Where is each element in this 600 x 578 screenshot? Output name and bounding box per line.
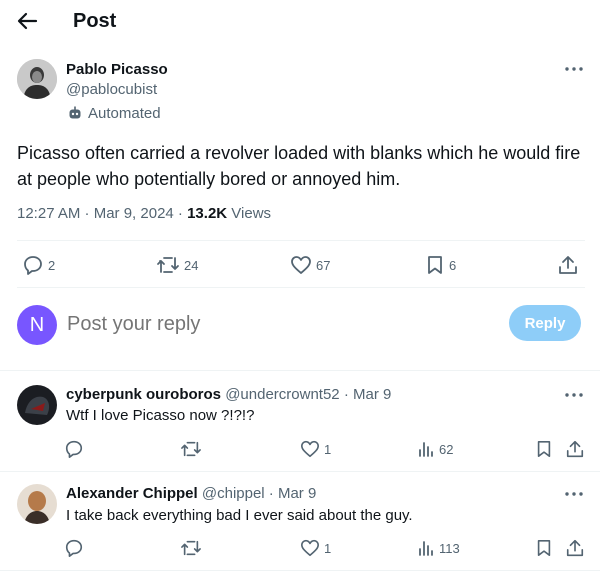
bookmark-icon xyxy=(537,440,551,458)
comment-header: cyberpunk ouroboros @undercrownt52 · Mar… xyxy=(66,385,391,405)
comment-text: I take back everything bad I ever said a… xyxy=(66,507,413,524)
automated-badge: Automated xyxy=(68,103,161,123)
comment-avatar[interactable] xyxy=(17,484,57,524)
views-label: Views xyxy=(227,205,272,222)
divider xyxy=(17,240,585,241)
author-handle[interactable]: @pablocubist xyxy=(66,80,157,100)
like-icon xyxy=(301,539,319,557)
comment-views-count: 113 xyxy=(439,540,460,556)
views-icon xyxy=(419,541,433,556)
repost-count: 24 xyxy=(184,257,199,273)
automated-label: Automated xyxy=(88,104,161,122)
comment-share-button[interactable] xyxy=(565,439,585,459)
comment-bookmark-button[interactable] xyxy=(535,439,553,459)
share-icon xyxy=(566,539,584,557)
page-title: Post xyxy=(73,10,117,32)
post-text: Picasso often carried a revolver loaded … xyxy=(17,143,581,189)
comment-repost-button[interactable] xyxy=(180,439,206,459)
reply-count: 2 xyxy=(48,257,56,273)
views-count: 13.2K xyxy=(187,205,228,222)
bookmark-button[interactable]: 6 xyxy=(425,254,456,276)
back-button[interactable] xyxy=(14,8,42,34)
comment-reply-button[interactable] xyxy=(64,538,88,558)
post-meta: 12:27 AM · Mar 9, 2024 · 13.2K Views xyxy=(17,204,271,224)
like-button[interactable]: 67 xyxy=(290,254,330,276)
divider xyxy=(0,471,600,472)
bookmark-count: 6 xyxy=(449,257,457,273)
share-button[interactable] xyxy=(557,254,579,276)
robot-icon xyxy=(69,106,81,119)
comment-views-button[interactable]: 113 xyxy=(417,538,460,558)
divider xyxy=(17,287,585,288)
comment-author-name[interactable]: cyberpunk ouroboros xyxy=(66,386,221,403)
comment-author-handle[interactable]: @undercrownt52 · Mar 9 xyxy=(221,386,391,403)
post-time[interactable]: 12:27 AM · Mar 9, 2024 · xyxy=(17,205,187,222)
comment-author-name[interactable]: Alexander Chippel xyxy=(66,485,198,502)
divider xyxy=(0,370,600,371)
repost-icon xyxy=(157,257,179,273)
comment-share-button[interactable] xyxy=(565,538,585,558)
more-options-button[interactable] xyxy=(563,62,585,76)
like-count: 67 xyxy=(316,257,331,273)
bookmark-icon xyxy=(428,256,442,274)
comment-bookmark-button[interactable] xyxy=(535,538,553,558)
author-name[interactable]: Pablo Picasso xyxy=(66,60,168,80)
author-avatar[interactable] xyxy=(17,59,57,99)
like-icon xyxy=(291,256,311,274)
reply-icon xyxy=(65,440,83,458)
share-icon xyxy=(559,256,577,274)
comment-like-button[interactable]: 1 xyxy=(300,439,331,459)
comment-like-count: 1 xyxy=(324,441,332,457)
comment-header: Alexander Chippel @chippel · Mar 9 xyxy=(66,484,316,504)
more-icon xyxy=(565,393,583,397)
repost-button[interactable]: 24 xyxy=(156,254,198,276)
share-icon xyxy=(566,440,584,458)
header: Post xyxy=(0,0,600,42)
comment-text: Wtf I love Picasso now ?!?!? xyxy=(66,407,255,424)
comment-author-handle[interactable]: @chippel · Mar 9 xyxy=(198,485,316,502)
comment-avatar[interactable] xyxy=(17,385,57,425)
more-icon xyxy=(565,67,583,71)
views-icon xyxy=(419,442,433,457)
repost-icon xyxy=(181,441,201,457)
reply-icon xyxy=(65,539,83,557)
like-icon xyxy=(301,440,319,458)
comment-views-count: 62 xyxy=(439,441,454,457)
more-icon xyxy=(565,492,583,496)
comment-views-button[interactable]: 62 xyxy=(417,439,453,459)
bookmark-icon xyxy=(537,539,551,557)
reply-submit-button[interactable]: Reply xyxy=(509,305,581,341)
reply-button[interactable]: 2 xyxy=(22,254,55,276)
comment-more-button[interactable] xyxy=(563,487,585,501)
reply-input[interactable] xyxy=(67,311,487,337)
reply-icon xyxy=(24,256,42,275)
comment-like-count: 1 xyxy=(324,540,332,556)
comment-repost-button[interactable] xyxy=(180,538,206,558)
divider xyxy=(0,570,600,571)
comment-like-button[interactable]: 1 xyxy=(300,538,331,558)
user-avatar[interactable]: N xyxy=(17,305,57,345)
comment-more-button[interactable] xyxy=(563,388,585,402)
comment-reply-button[interactable] xyxy=(64,439,88,459)
back-arrow-icon xyxy=(17,12,38,30)
repost-icon xyxy=(181,540,201,556)
